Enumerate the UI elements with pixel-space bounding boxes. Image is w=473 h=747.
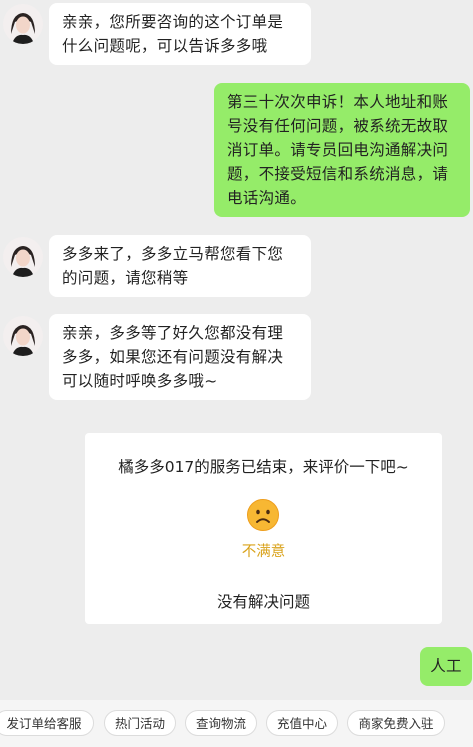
quick-action-bar: 发订单给客服 热门活动 查询物流 充值中心 商家免费入驻 [0, 700, 473, 747]
agent-message: 亲亲，您所要咨询的这个订单是 什么问题呢，可以告诉多多哦 [49, 3, 311, 65]
service-rating-card: 橘多多017的服务已结束，来评价一下吧~ 不满意 没有解决问题 [85, 433, 442, 624]
quick-action-recharge[interactable]: 充值中心 [266, 710, 338, 736]
quick-action-hot-events[interactable]: 热门活动 [104, 710, 176, 736]
agent-avatar[interactable] [3, 237, 43, 277]
quick-action-merchant-join[interactable]: 商家免费入驻 [347, 710, 445, 736]
message-line: 亲亲，您所要咨询的这个订单是 [62, 13, 284, 31]
message-line: 多多来了，多多立马帮您看下您 [62, 245, 284, 263]
quick-action-send-order[interactable]: 发订单给客服 [0, 710, 94, 736]
message-line: 第三十次次申诉！本人地址和账 [227, 93, 449, 111]
agent-message: 亲亲，多多等了好久您都没有理 多多，如果您还有问题没有解决 可以随时呼唤多多哦~ [49, 314, 311, 400]
user-message: 人工 [420, 647, 472, 686]
sad-face-icon[interactable] [247, 499, 279, 531]
message-line: 号没有任何问题，被系统无故取 [227, 117, 449, 135]
rating-reason-option[interactable]: 没有解决问题 [85, 590, 442, 612]
agent-avatar[interactable] [3, 316, 43, 356]
agent-message: 多多来了，多多立马帮您看下您 的问题，请您稍等 [49, 235, 311, 297]
message-line: 题，不接受短信和系统消息，请 [227, 165, 449, 183]
user-message: 第三十次次申诉！本人地址和账 号没有任何问题，被系统无故取 消订单。请专员回电沟… [214, 83, 470, 217]
message-line: 什么问题呢，可以告诉多多哦 [62, 37, 268, 55]
message-line: 可以随时呼唤多多哦~ [62, 372, 218, 390]
message-line: 消订单。请专员回电沟通解决问 [227, 141, 449, 159]
quick-action-logistics[interactable]: 查询物流 [185, 710, 257, 736]
rating-card-title: 橘多多017的服务已结束，来评价一下吧~ [118, 458, 409, 476]
message-line: 亲亲，多多等了好久您都没有理 [62, 324, 284, 342]
rating-label: 不满意 [241, 544, 286, 560]
message-line: 多多，如果您还有问题没有解决 [62, 348, 284, 366]
agent-avatar[interactable] [3, 4, 43, 44]
message-line: 人工 [430, 657, 462, 675]
message-line: 电话沟通。 [227, 189, 307, 207]
message-line: 的问题，请您稍等 [62, 269, 189, 287]
